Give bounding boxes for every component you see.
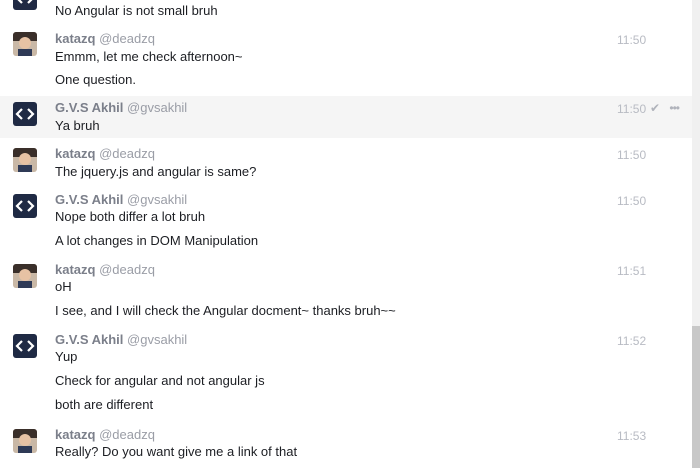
- message-text: I see, and I will check the Angular docm…: [55, 303, 396, 318]
- message-actions[interactable]: ✔ •••: [650, 100, 680, 116]
- user-photo-avatar[interactable]: [13, 148, 37, 172]
- author-handle: @gvsakhil: [127, 100, 188, 115]
- message-text: Check for angular and not angular js: [55, 373, 265, 388]
- message-author: G.V.S Akhil @gvsakhil: [55, 100, 187, 116]
- chat-message: G.V.S Akhil @gvsakhil 11:50 ✔ ••• Ya bru…: [0, 96, 692, 138]
- message-author: G.V.S Akhil @gvsakhil: [55, 192, 187, 208]
- message-timestamp: 11:52: [617, 334, 647, 348]
- message-text: No Angular is not small bruh: [55, 3, 218, 18]
- code-brackets-avatar[interactable]: [13, 0, 37, 10]
- author-handle: @gvsakhil: [127, 332, 188, 347]
- user-photo-avatar[interactable]: [13, 32, 37, 56]
- message-timestamp: 11:50: [617, 102, 647, 116]
- vertical-scrollbar[interactable]: [692, 0, 700, 468]
- author-handle: @deadzq: [99, 31, 155, 46]
- message-text: The jquery.js and angular is same?: [55, 164, 257, 179]
- message-timestamp: 11:51: [617, 264, 647, 278]
- message-text: Yup: [55, 349, 78, 364]
- chat-message: katazq @deadzq 11:53 Really? Do you want…: [0, 424, 692, 468]
- code-brackets-avatar[interactable]: [13, 334, 37, 358]
- message-text: both are different: [55, 397, 154, 412]
- more-options-icon[interactable]: •••: [669, 101, 680, 115]
- chat-message: G.V.S Akhil @gvsakhil 11:52 Yup Check fo…: [0, 329, 692, 417]
- message-timestamp: 11:50: [617, 194, 647, 208]
- author-name[interactable]: katazq: [55, 262, 95, 277]
- message-text: Ya bruh: [55, 118, 100, 133]
- message-text: oH: [55, 279, 72, 294]
- author-handle: @gvsakhil: [127, 192, 188, 207]
- author-handle: @deadzq: [99, 427, 155, 442]
- message-timestamp: 11:50: [617, 33, 647, 47]
- author-name[interactable]: G.V.S Akhil: [55, 332, 123, 347]
- author-name[interactable]: G.V.S Akhil: [55, 100, 123, 115]
- chat-message: katazq @deadzq 11:50 The jquery.js and a…: [0, 143, 692, 185]
- author-name[interactable]: katazq: [55, 31, 95, 46]
- author-name[interactable]: katazq: [55, 146, 95, 161]
- message-author: katazq @deadzq: [55, 427, 155, 443]
- code-brackets-avatar[interactable]: [13, 102, 37, 126]
- scrollbar-thumb[interactable]: [692, 326, 700, 468]
- message-author: katazq @deadzq: [55, 262, 155, 278]
- message-text: One question.: [55, 72, 136, 87]
- author-handle: @deadzq: [99, 262, 155, 277]
- code-brackets-avatar[interactable]: [13, 194, 37, 218]
- chat-message: G.V.S Akhil @gvsakhil 11:50 Nope both di…: [0, 189, 692, 253]
- message-text: A lot changes in DOM Manipulation: [55, 233, 259, 248]
- message-author: katazq @deadzq: [55, 146, 155, 162]
- author-name[interactable]: katazq: [55, 427, 95, 442]
- chat-message: katazq @deadzq 11:51 oH I see, and I wil…: [0, 259, 692, 323]
- chat-message-list[interactable]: No Angular is not small bruh katazq @dea…: [0, 0, 692, 468]
- message-text: Emmm, let me check afternoon~: [55, 49, 243, 64]
- read-check-icon: ✔: [650, 101, 661, 115]
- message-author: G.V.S Akhil @gvsakhil: [55, 332, 187, 348]
- message-text: Nope both differ a lot bruh: [55, 209, 206, 224]
- author-name[interactable]: G.V.S Akhil: [55, 192, 123, 207]
- message-author: katazq @deadzq: [55, 31, 155, 47]
- chat-message: No Angular is not small bruh: [0, 0, 692, 22]
- message-text: Really? Do you want give me a link of th…: [55, 444, 298, 459]
- message-timestamp: 11:50: [617, 148, 647, 162]
- chat-message: katazq @deadzq 11:50 Emmm, let me check …: [0, 28, 692, 92]
- user-photo-avatar[interactable]: [13, 264, 37, 288]
- author-handle: @deadzq: [99, 146, 155, 161]
- message-timestamp: 11:53: [617, 429, 647, 443]
- user-photo-avatar[interactable]: [13, 429, 37, 453]
